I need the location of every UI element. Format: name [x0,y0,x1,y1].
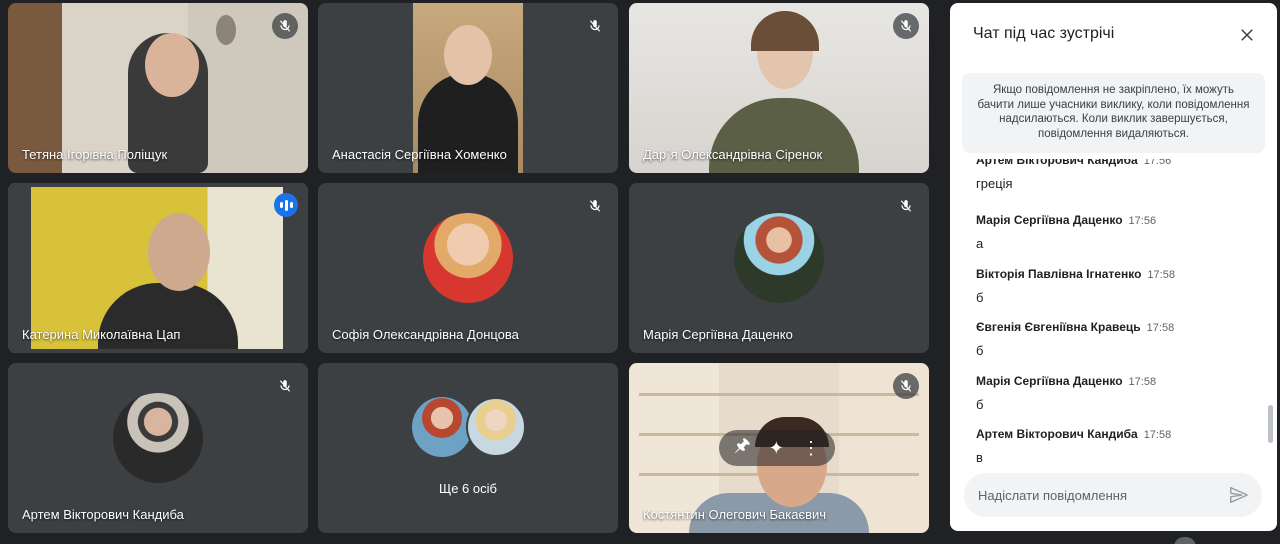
mic-off-icon [582,13,608,39]
message-time: 17:58 [1146,322,1175,334]
message-sender: Марія Сергіївна Даценко [976,213,1123,227]
avatar [423,213,513,303]
more-vert-icon[interactable]: ⋮ [802,438,820,459]
avatar [466,397,526,457]
message-sender: Артем Вікторович Кандиба [976,427,1138,441]
more-participants-label: Ще 6 осіб [439,481,497,496]
message-time: 17:56 [1143,159,1172,167]
message-sender: Артем Вікторович Кандиба [976,159,1138,167]
chat-message-input[interactable] [978,473,1218,517]
participant-tile-active-speaker[interactable]: Катерина Миколаївна Цап [8,183,308,353]
chat-scrollbar[interactable] [1268,405,1273,443]
participant-name: Софія Олександрівна Донцова [332,327,519,342]
mic-off-icon [893,373,919,399]
send-icon[interactable] [1228,484,1250,506]
participant-tile[interactable]: Софія Олександрівна Донцова [318,183,618,353]
chat-notice: Якщо повідомлення не закріплено, їх можу… [962,73,1265,153]
chat-message: Марія Сергіївна Даценко 17:58 б [976,374,1156,412]
message-time: 17:56 [1128,215,1157,227]
message-sender: Марія Сергіївна Даценко [976,374,1123,388]
chat-messages: Артем Вікторович Кандиба 17:56 греція Мар… [950,159,1277,469]
participant-name: Тетяна Ігорівна Поліщук [22,147,168,162]
chat-message: Вікторія Павлівна Ігнатенко 17:58 б [976,267,1175,305]
participant-name: Артем Вікторович Кандиба [22,507,184,522]
message-time: 17:58 [1143,429,1172,441]
chat-message: Артем Вікторович Кандиба 17:56 греція [976,159,1171,191]
mic-off-icon [272,373,298,399]
chat-title: Чат під час зустрічі [973,25,1115,42]
message-text: а [976,236,984,251]
message-text: б [976,290,984,305]
participant-tile[interactable]: Тетяна Ігорівна Поліщук [8,3,308,173]
audio-level-icon [274,193,298,217]
message-time: 17:58 [1128,376,1157,388]
message-sender: Вікторія Павлівна Ігнатенко [976,267,1142,281]
participant-name: Катерина Миколаївна Цап [22,327,181,342]
mic-off-icon [272,13,298,39]
tile-hover-controls: 🖈 ✦ ⋮ [719,430,835,466]
participant-name: Марія Сергіївна Даценко [643,327,793,342]
message-text: в [976,450,983,465]
participant-name: Костянтин Олегович Бакаєвич [643,507,827,522]
participant-name: Дар`я Олександрівна Сіренок [643,147,823,162]
message-sender: Євгенія Євгеніївна Кравець [976,320,1141,334]
participant-tile[interactable]: Артем Вікторович Кандиба [8,363,308,533]
message-text: б [976,343,984,358]
mic-off-icon [893,13,919,39]
chat-input-container [964,473,1262,517]
pin-icon[interactable]: 🖈 [734,433,751,463]
message-text: б [976,397,984,412]
mic-off-icon [893,193,919,219]
message-time: 17:58 [1147,269,1175,281]
avatar [734,213,824,303]
chat-message: Артем Вікторович Кандиба 17:58 в [976,427,1171,465]
avatar [113,393,203,483]
chevron-up-icon[interactable] [1174,537,1196,544]
sparkle-icon[interactable]: ✦ [769,438,784,459]
message-text: греція [976,176,1013,191]
participant-tile[interactable]: Дар`я Олександрівна Сіренок [629,3,929,173]
chat-message: Марія Сергіївна Даценко 17:56 а [976,213,1156,251]
chat-message: Євгенія Євгеніївна Кравець 17:58 б [976,320,1174,358]
participant-tile[interactable]: Анастасія Сергіївна Хоменко [318,3,618,173]
close-icon[interactable] [1235,23,1259,47]
meeting-stage: Тетяна Ігорівна Поліщук Анастасія Сергії… [0,0,1280,544]
avatar [412,397,472,457]
participant-name: Анастасія Сергіївна Хоменко [332,147,507,162]
mic-off-icon [582,193,608,219]
participant-tile[interactable]: Марія Сергіївна Даценко [629,183,929,353]
more-participants-tile[interactable]: Ще 6 осіб [318,363,618,533]
chat-panel: Чат під час зустрічі Якщо повідомлення н… [950,3,1277,531]
